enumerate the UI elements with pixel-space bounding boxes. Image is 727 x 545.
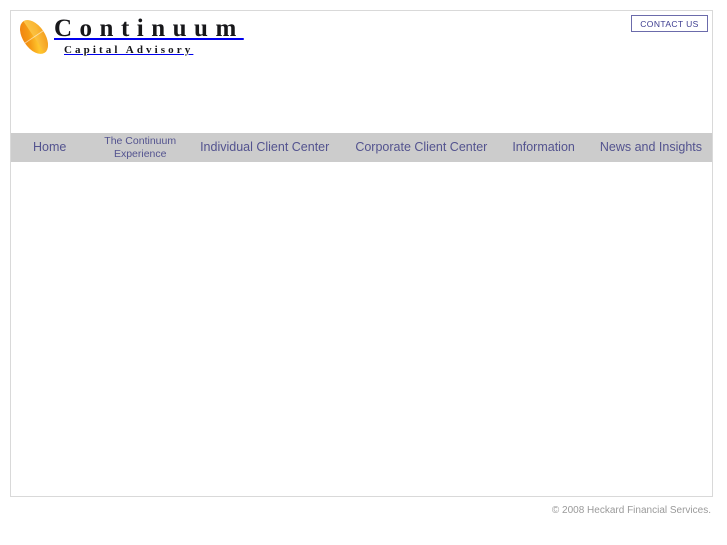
gradient-ellipse-icon (16, 16, 52, 58)
nav-item-the-continuum-experience-label-line2: Experience (113, 147, 167, 160)
nav-item-home[interactable]: Home (23, 139, 76, 154)
logo-subtitle: Capital Advisory (64, 44, 194, 56)
logo-wordmark: Continuum Capital Advisory (54, 14, 244, 56)
nav-item-the-continuum-experience-label-line1: The Continuum (104, 135, 177, 148)
main-navigation: Home The Continuum Experience Individual… (11, 133, 712, 162)
logo-title: Continuum (54, 15, 244, 42)
nav-item-corporate-client-center[interactable]: Corporate Client Center (345, 139, 497, 154)
nav-item-information[interactable]: Information (502, 139, 585, 154)
page-root: Continuum Capital Advisory CONTACT US Ho… (0, 0, 727, 545)
main-content-area (11, 162, 712, 496)
site-logo[interactable]: Continuum Capital Advisory (16, 14, 244, 58)
nav-item-corporate-client-center-label: Corporate Client Center (355, 139, 488, 154)
nav-item-news-and-insights[interactable]: News and Insights (590, 139, 712, 154)
site-header: Continuum Capital Advisory CONTACT US (11, 11, 712, 133)
nav-item-individual-client-center[interactable]: Individual Client Center (190, 139, 339, 154)
site-footer: © 2008 Heckard Financial Services. (10, 500, 713, 520)
contact-us-button[interactable]: CONTACT US (631, 15, 708, 32)
nav-item-news-and-insights-label: News and Insights (599, 139, 702, 154)
footer-copyright: © 2008 Heckard Financial Services. (551, 505, 711, 516)
nav-item-home-label: Home (33, 139, 67, 154)
nav-item-information-label: Information (512, 139, 575, 154)
nav-item-the-continuum-experience[interactable]: The Continuum Experience (98, 135, 182, 159)
site-content-box: Continuum Capital Advisory CONTACT US Ho… (10, 10, 713, 497)
nav-item-individual-client-center-label: Individual Client Center (200, 139, 330, 154)
